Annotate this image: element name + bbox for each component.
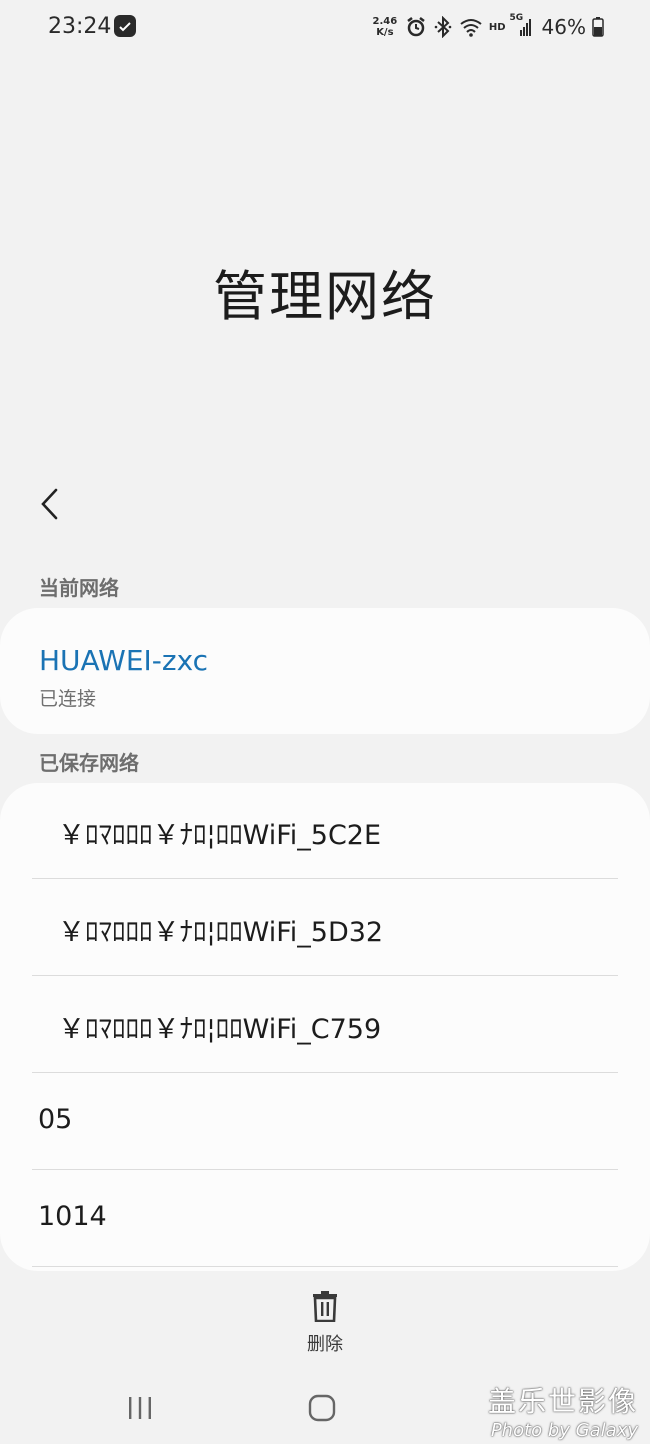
saved-network-name: 1014	[38, 1201, 107, 1232]
net-speed-unit: K/s	[376, 27, 394, 38]
watermark-title: 盖乐世影像	[487, 1385, 638, 1418]
notification-icon	[114, 15, 136, 37]
saved-network-item[interactable]: ￥ﾛﾏﾛﾛﾛ￥ﾅﾛ¦ﾛﾛWiFi_C759	[32, 977, 618, 1073]
status-time: 23:24	[48, 14, 112, 39]
saved-network-item[interactable]: 1014	[32, 1171, 618, 1267]
recent-apps-button[interactable]	[126, 1394, 154, 1422]
saved-network-name: ￥ﾛﾏﾛﾛﾛ￥ﾅﾛ¦ﾛﾛWiFi_5C2E	[58, 820, 382, 851]
saved-network-name: ￥ﾛﾏﾛﾛﾛ￥ﾅﾛ¦ﾛﾛWiFi_C759	[58, 1014, 382, 1045]
trash-icon	[313, 1291, 337, 1322]
page-title: 管理网络	[213, 265, 437, 328]
saved-network-name: 05	[38, 1104, 73, 1135]
cellular-signal-icon: 5G	[510, 13, 534, 38]
hd-indicator: HD	[488, 21, 506, 33]
saved-network-item[interactable]: ￥ﾛﾏﾛﾛﾛ￥ﾅﾛ¦ﾛﾛWiFi_5C2E	[32, 783, 618, 879]
recent-apps-icon	[129, 1397, 151, 1419]
watermark: 盖乐世影像 Photo by Galaxy	[488, 1380, 638, 1441]
delete-button[interactable]: 删除	[290, 1286, 360, 1358]
alarm-icon	[407, 17, 425, 37]
home-button[interactable]	[307, 1393, 337, 1423]
chevron-left-icon	[41, 488, 58, 520]
section-label-saved: 已保存网络	[39, 751, 139, 775]
status-icons: 2.46 K/s HD 5G 46%	[371, 12, 604, 42]
watermark-subtitle: Photo by Galaxy	[490, 1420, 638, 1441]
current-network-status: 已连接	[39, 688, 97, 710]
wifi-icon	[460, 19, 482, 37]
bluetooth-icon	[434, 16, 452, 38]
net-speed: 2.46 K/s	[371, 16, 399, 38]
saved-network-name: ￥ﾛﾏﾛﾛﾛ￥ﾅﾛ¦ﾛﾛWiFi_5D32	[58, 917, 384, 948]
battery-icon	[592, 17, 604, 37]
section-label-current: 当前网络	[39, 576, 119, 600]
status-bar: 23:24 2.46 K/s HD 5G 46%	[0, 0, 650, 56]
saved-networks-list: ￥ﾛﾏﾛﾛﾛ￥ﾅﾛ¦ﾛﾛWiFi_5C2E ￥ﾛﾏﾛﾛﾛ￥ﾅﾛ¦ﾛﾛWiFi_5…	[0, 783, 650, 1271]
manage-networks-screen: 23:24 2.46 K/s HD 5G 46% 管理网络 当前网络 HUAWE…	[0, 0, 650, 1444]
home-icon	[308, 1394, 336, 1422]
delete-label: 删除	[307, 1334, 343, 1355]
back-button[interactable]	[30, 484, 70, 524]
current-network-card[interactable]: HUAWEI-zxc 已连接	[0, 608, 650, 734]
net-speed-value: 2.46	[372, 16, 398, 27]
battery-percent: 46%	[541, 15, 586, 39]
saved-network-item[interactable]: ￥ﾛﾏﾛﾛﾛ￥ﾅﾛ¦ﾛﾛWiFi_5D32	[32, 880, 618, 976]
saved-network-item[interactable]: 05	[32, 1074, 618, 1170]
current-network-name: HUAWEI-zxc	[39, 644, 209, 677]
